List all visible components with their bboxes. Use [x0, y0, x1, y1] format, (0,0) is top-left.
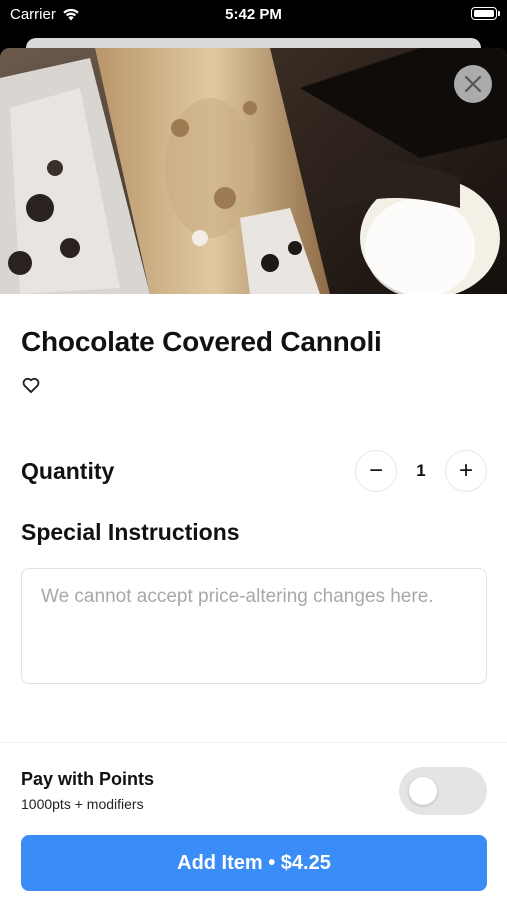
special-instructions-input[interactable]	[21, 568, 487, 684]
checkout-footer: Pay with Points 1000pts + modifiers Add …	[0, 742, 507, 900]
status-time: 5:42 PM	[225, 6, 282, 23]
status-bar: Carrier 5:42 PM	[0, 0, 507, 30]
special-instructions-label: Special Instructions	[21, 519, 240, 545]
toggle-knob	[409, 777, 437, 805]
item-detail-sheet: Chocolate Covered Cannoli Quantity − 1 +…	[0, 48, 507, 900]
battery-icon	[471, 7, 500, 20]
quantity-stepper: − 1 +	[355, 450, 487, 492]
heart-icon[interactable]	[21, 375, 41, 395]
pay-with-points-toggle[interactable]	[399, 767, 487, 815]
decrement-button[interactable]: −	[355, 450, 397, 492]
quantity-label: Quantity	[21, 458, 115, 484]
pay-with-points-label: Pay with Points	[21, 769, 155, 789]
quantity-value: 1	[416, 461, 426, 480]
close-button[interactable]	[454, 65, 492, 103]
close-icon	[464, 75, 482, 93]
add-item-button[interactable]: Add Item • $4.25	[21, 835, 487, 891]
points-cost-label: 1000pts + modifiers	[21, 796, 144, 812]
increment-button[interactable]: +	[445, 450, 487, 492]
item-photo	[0, 48, 507, 294]
item-title: Chocolate Covered Cannoli	[21, 326, 382, 357]
